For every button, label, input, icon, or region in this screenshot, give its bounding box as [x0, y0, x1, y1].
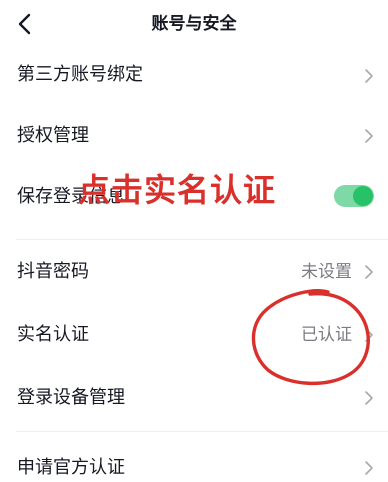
- section-divider: [16, 239, 388, 240]
- row-label: 第三方账号绑定: [17, 64, 143, 85]
- account-security-screen: 账号与安全 第三方账号绑定 授权管理 保存登录信息 抖音密码 未设置 实名认证 …: [0, 0, 388, 482]
- save-login-toggle[interactable]: [334, 185, 374, 207]
- annotation-circle: [251, 289, 370, 385]
- chevron-right-icon: [364, 459, 374, 477]
- row-value: 未设置: [301, 262, 352, 282]
- row-authorization-management[interactable]: 授权管理: [0, 112, 388, 160]
- row-label: 登录设备管理: [17, 387, 125, 408]
- row-label: 实名认证: [17, 324, 89, 345]
- annotation-text: 点击实名认证: [78, 171, 277, 209]
- page-title: 账号与安全: [151, 14, 237, 34]
- chevron-right-icon: [364, 127, 374, 145]
- row-label: 授权管理: [17, 125, 89, 146]
- toggle-knob: [353, 186, 373, 206]
- chevron-right-icon: [364, 67, 374, 85]
- navigation-bar: 账号与安全: [0, 0, 388, 48]
- section-divider: [16, 431, 388, 432]
- row-third-party-binding[interactable]: 第三方账号绑定: [0, 52, 388, 100]
- row-label: 抖音密码: [17, 261, 89, 282]
- row-apply-official-verification[interactable]: 申请官方认证: [0, 440, 388, 482]
- chevron-right-icon: [364, 263, 374, 281]
- row-label: 申请官方认证: [17, 457, 125, 478]
